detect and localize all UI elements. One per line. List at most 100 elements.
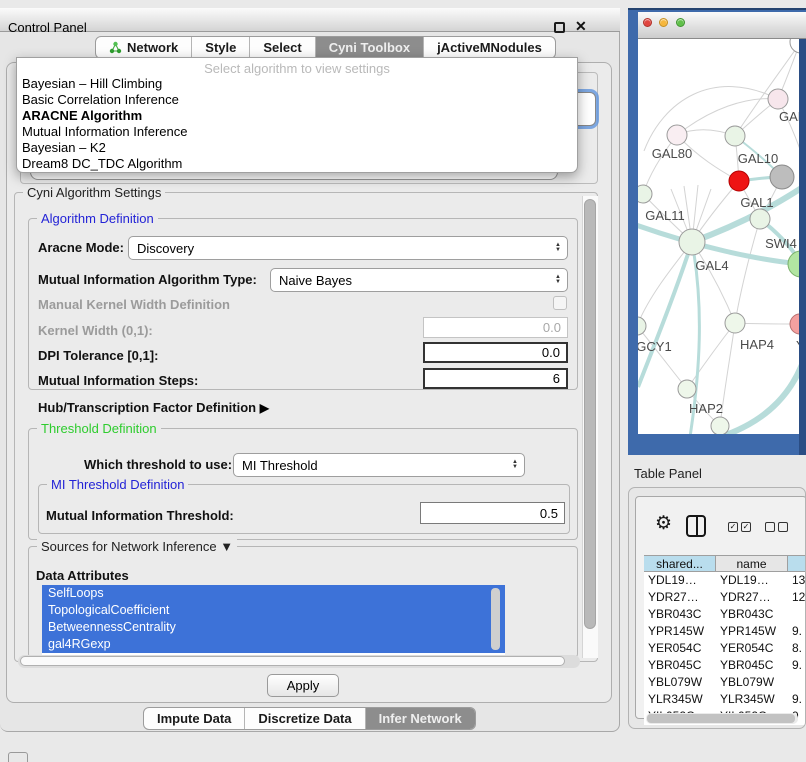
kernel-width-label: Kernel Width (0,1): [38, 323, 153, 338]
mi-threshold-input[interactable] [420, 502, 565, 524]
algorithm-option-basic-correlation-inference[interactable]: Basic Correlation Inference [17, 92, 577, 108]
tab-network[interactable]: Network [96, 37, 192, 58]
table-row[interactable]: YLR345WYLR345W9. [644, 691, 806, 708]
checked-pair-icon[interactable]: ✓✓ [728, 522, 751, 532]
network-edge [687, 323, 735, 389]
network-node-gray-node[interactable] [770, 165, 794, 189]
network-node-gal4[interactable] [679, 229, 705, 255]
network-node-label-gal1: GAL1 [740, 195, 773, 210]
settings-horizontal-scrollbar[interactable] [18, 655, 580, 668]
table-cell: 13 [788, 572, 806, 589]
network-node-swi4[interactable] [750, 209, 770, 229]
network-node-green-right[interactable] [788, 251, 799, 277]
network-graph[interactable]: GALGAL80GAL10GAL1GAL11SWI4GAL4GCY1HAP4YH… [638, 39, 799, 434]
table-row[interactable]: YDL19…YDL19…13 [644, 572, 806, 589]
data-attributes-list[interactable]: SelfLoopsTopologicalCoefficientBetweenne… [42, 585, 505, 655]
network-window-titlebar[interactable] [638, 12, 806, 39]
network-node-gal80[interactable] [667, 125, 687, 145]
tab-label: Impute Data [157, 711, 231, 726]
table-cell: YBR045C [716, 657, 788, 674]
table-horizontal-scrollbar-thumb[interactable] [647, 714, 795, 723]
algorithm-option-bayesian-hill-climbing[interactable]: Bayesian – Hill Climbing [17, 76, 577, 92]
network-node-hap4[interactable] [725, 313, 745, 333]
manual-kernel-width-checkbox[interactable] [553, 296, 567, 310]
minimize-traffic-light-icon[interactable] [659, 18, 668, 27]
table-row[interactable]: YBR045CYBR045C9. [644, 657, 806, 674]
tab-impute-data[interactable]: Impute Data [144, 708, 245, 729]
apply-button[interactable]: Apply [267, 674, 339, 697]
network-node-gal1[interactable] [729, 171, 749, 191]
table-cell: YBL079W [716, 674, 788, 691]
attribute-item-selfloops[interactable]: SelfLoops [42, 585, 505, 602]
control-panel-titlebar[interactable]: Control Panel ✕ [0, 8, 620, 32]
column-header-shared[interactable]: shared... [644, 556, 716, 571]
algorithm-option-aracne-algorithm[interactable]: ARACNE Algorithm [17, 108, 577, 124]
column-header-2[interactable] [788, 556, 806, 571]
table-cell: 12 [788, 589, 806, 606]
unchecked-pair-icon[interactable] [765, 522, 788, 532]
which-threshold-select[interactable]: MI Threshold ▲▼ [233, 453, 525, 477]
settings-vertical-scrollbar-thumb[interactable] [584, 199, 596, 629]
network-node-hap2[interactable] [678, 380, 696, 398]
tab-infer-network[interactable]: Infer Network [366, 708, 475, 729]
attributes-scrollbar-thumb[interactable] [491, 588, 500, 650]
attribute-item-topologicalcoefficient[interactable]: TopologicalCoefficient [42, 602, 505, 619]
tab-select[interactable]: Select [250, 37, 315, 58]
sources-title-text: Sources for Network Inference [41, 539, 217, 554]
cyni-algorithm-settings-title: Cyni Algorithm Settings [23, 185, 165, 200]
control-panel-title: Control Panel [8, 20, 87, 35]
algorithm-option-dream8-dc-tdc-algorithm[interactable]: Dream8 DC_TDC Algorithm [17, 156, 577, 172]
table-cell: YPR145W [716, 623, 788, 640]
column-header-name[interactable]: name [716, 556, 788, 571]
tab-style[interactable]: Style [192, 37, 250, 58]
table-panel-inner: ⚙ ✓✓ shared...name YDL19…YDL19…13YDR27…Y… [635, 496, 806, 719]
network-node-bottom-partial[interactable] [711, 417, 729, 434]
tab-discretize-data[interactable]: Discretize Data [245, 708, 365, 729]
attribute-item-betweennesscentrality[interactable]: BetweennessCentrality [42, 619, 505, 636]
network-edge [644, 87, 778, 151]
network-node-gal7-partial[interactable] [768, 89, 788, 109]
screen: Control Panel ✕ NetworkStyleSelectCyni T… [0, 0, 806, 762]
network-node-salmon[interactable] [790, 314, 799, 334]
table-row[interactable]: YDR27…YDR27…12 [644, 589, 806, 606]
node-table[interactable]: shared...name YDL19…YDL19…13YDR27…YDR27…… [644, 555, 806, 725]
table-horizontal-scrollbar[interactable] [646, 713, 798, 724]
network-node-gcy1[interactable] [638, 317, 646, 335]
table-row[interactable]: YBL079WYBL079W [644, 674, 806, 691]
network-edge [735, 219, 760, 323]
table-panel-title: Table Panel [634, 466, 702, 481]
algorithm-option-bayesian-k2[interactable]: Bayesian – K2 [17, 140, 577, 156]
tab-jactivemnodules[interactable]: jActiveMNodules [424, 37, 555, 58]
table-cell: YBR043C [716, 606, 788, 623]
minimized-panel-icon[interactable] [8, 752, 28, 762]
control-panel-bottom-tabbar: Impute Data Discretize DataInfer Network [143, 707, 476, 730]
settings-horizontal-scrollbar-thumb[interactable] [20, 656, 565, 666]
table-row[interactable]: YPR145WYPR145W9. [644, 623, 806, 640]
close-traffic-light-icon[interactable] [643, 18, 652, 27]
dpi-tolerance-input[interactable] [423, 342, 568, 363]
network-canvas[interactable]: GALGAL80GAL10GAL1GAL11SWI4GAL4GCY1HAP4YH… [638, 39, 799, 434]
split-columns-icon[interactable] [686, 515, 706, 537]
hub-section-toggle[interactable]: Hub/Transcription Factor Definition ▶ [38, 400, 269, 415]
mi-algorithm-type-select[interactable]: Naive Bayes ▲▼ [270, 268, 568, 292]
kernel-width-input[interactable] [423, 317, 568, 338]
aracne-mode-select[interactable]: Discovery ▲▼ [128, 236, 568, 260]
network-node-label-gal7-partial: GAL [779, 109, 799, 124]
network-node-gal11[interactable] [638, 185, 652, 203]
table-row[interactable]: YBR043CYBR043C [644, 606, 806, 623]
mi-threshold-definition-title: MI Threshold Definition [47, 477, 188, 492]
sources-title[interactable]: Sources for Network Inference ▼ [37, 539, 237, 554]
gear-icon[interactable]: ⚙ [655, 512, 672, 535]
mi-steps-input[interactable] [423, 368, 568, 389]
close-icon[interactable]: ✕ [575, 18, 587, 35]
network-node-partial-top[interactable] [790, 39, 799, 53]
network-node-label-gal80: GAL80 [652, 146, 692, 161]
network-node-label-gal4: GAL4 [695, 258, 728, 273]
network-node-gal10[interactable] [725, 126, 745, 146]
tab-cyni-toolbox[interactable]: Cyni Toolbox [316, 37, 424, 58]
attribute-item-gal4rgexp[interactable]: gal4RGexp [42, 636, 505, 653]
float-window-icon[interactable] [554, 22, 565, 33]
algorithm-option-mutual-information-inference[interactable]: Mutual Information Inference [17, 124, 577, 140]
zoom-traffic-light-icon[interactable] [676, 18, 685, 27]
table-row[interactable]: YER054CYER054C8. [644, 640, 806, 657]
